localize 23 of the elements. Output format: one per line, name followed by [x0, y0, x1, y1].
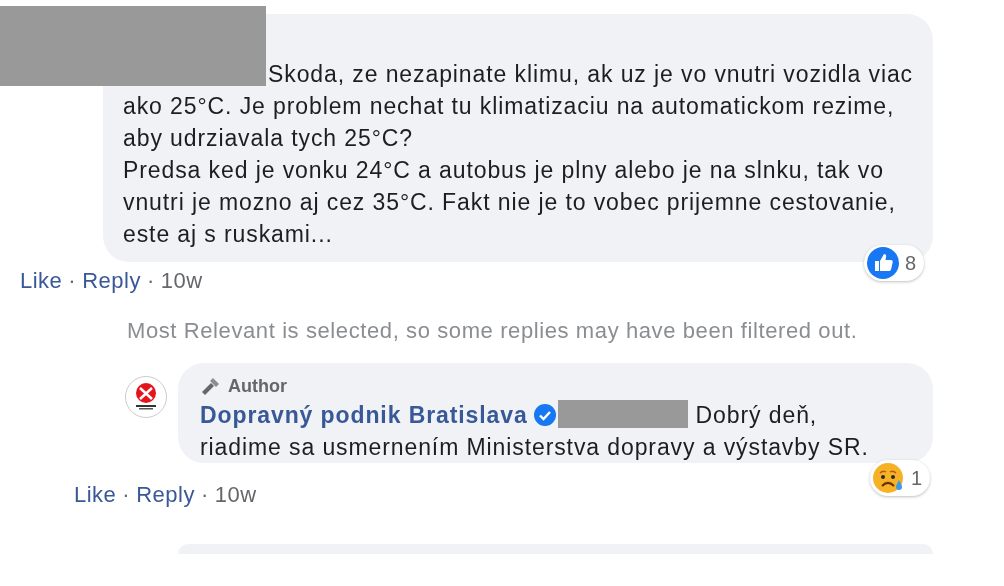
reply-link[interactable]: Reply: [82, 268, 141, 294]
thumbs-up-icon: [866, 247, 899, 279]
like-link[interactable]: Like: [20, 268, 63, 294]
crying-face-icon: [872, 462, 905, 494]
microphone-icon: [200, 375, 222, 397]
comment-text: Skoda, ze nezapinate klimu, ak uz je vo vnutri vozidla viac ako 25°C. Je problem nechat tu klimatizaciu na automatickom rezime, aby udrziavala tych 25°C?: [123, 60, 914, 153]
reply-text: Dopravný podnik Bratislava Dobrý deň, riadime sa usmernením Ministerstva dopravy a výstavby SR.: [200, 399, 870, 462]
filter-notice: Most Relevant is selected, so some replies may have been filtered out.: [127, 317, 859, 345]
reaction-badge[interactable]: 1: [869, 460, 930, 496]
page-name-link[interactable]: Dopravný podnik Bratislava: [200, 402, 528, 428]
timestamp: 10w: [160, 268, 203, 294]
reaction-count: 1: [910, 466, 922, 490]
separator-dot: ·: [200, 482, 209, 508]
reply-link[interactable]: Reply: [136, 482, 195, 508]
reaction-count: 8: [904, 251, 916, 275]
like-link[interactable]: Like: [74, 482, 117, 508]
reaction-badge[interactable]: 8: [863, 245, 924, 281]
author-label: Author: [228, 375, 287, 397]
separator-dot: ·: [146, 268, 155, 294]
avatar-logo-icon: [125, 376, 167, 418]
separator-dot: ·: [68, 268, 77, 294]
separator-dot: ·: [122, 482, 131, 508]
timestamp: 10w: [214, 482, 257, 508]
